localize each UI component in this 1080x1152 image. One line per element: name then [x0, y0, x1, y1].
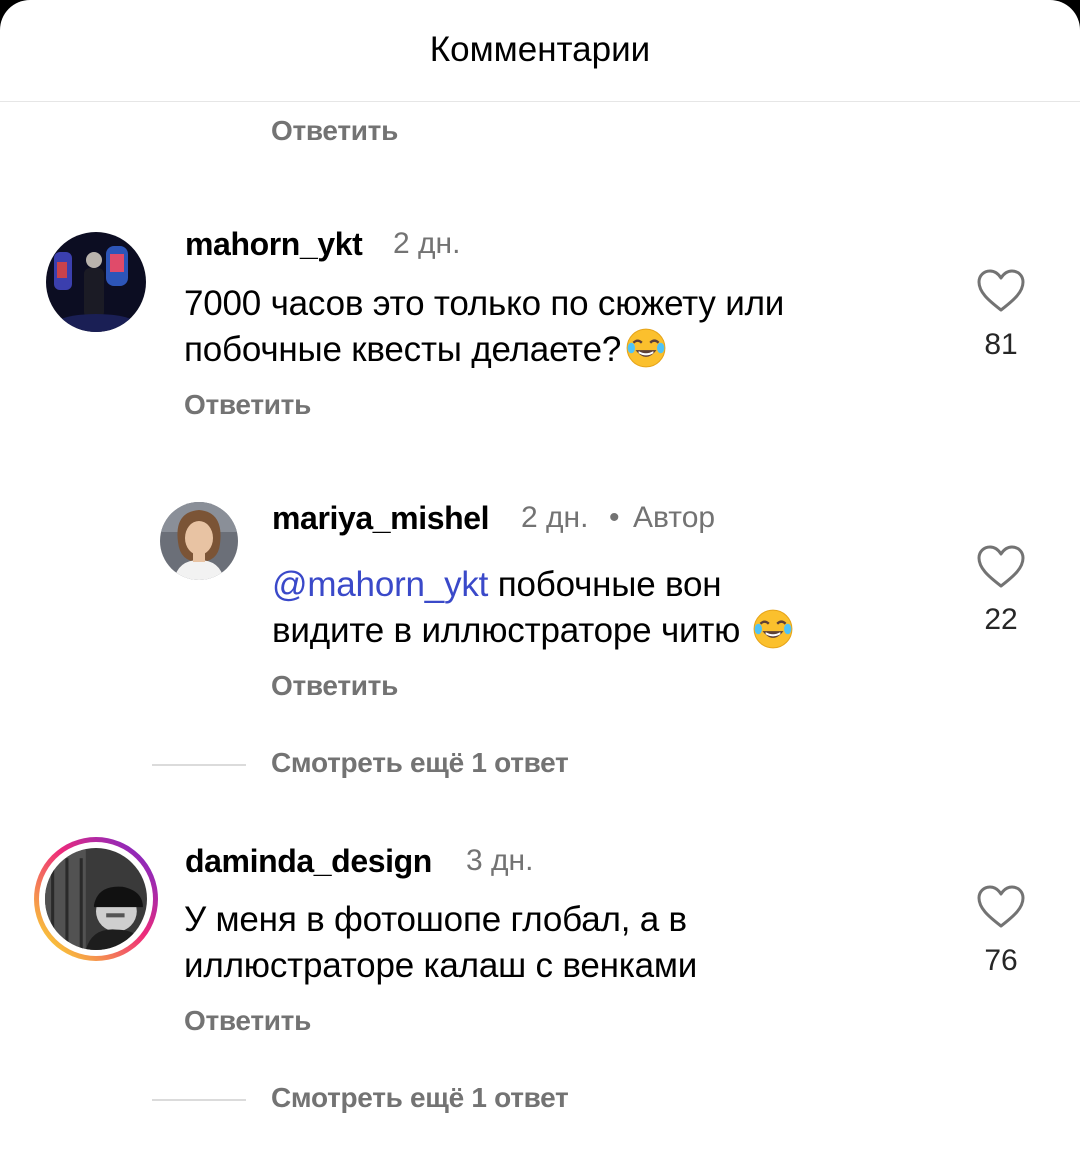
reply-button[interactable]: Ответить — [184, 389, 311, 421]
sheet-header: Комментарии — [0, 0, 1080, 102]
comment-text-line: 7000 часов это только по сюжету или — [184, 284, 785, 323]
view-replies-divider — [152, 1099, 246, 1101]
avatar — [39, 842, 153, 956]
face-with-tears-of-joy-icon — [625, 327, 667, 369]
page-title: Комментарии — [429, 30, 651, 69]
comment-text: У меня в фотошопе глобал, а в иллюстрато… — [184, 897, 944, 989]
comment-text-line-part: побочные вон — [488, 565, 722, 604]
heart-icon — [977, 545, 1025, 588]
comment-text-line-part: видите в иллюстраторе читю — [272, 611, 741, 650]
like-count: 76 — [984, 944, 1018, 977]
like-count: 22 — [984, 603, 1018, 636]
heart-icon — [977, 885, 1025, 928]
author-badge: Автор — [633, 501, 716, 534]
comment-text-line: иллюстраторе калаш с венками — [184, 946, 698, 985]
avatar-photo-icon — [45, 848, 147, 950]
avatar-image — [45, 848, 147, 950]
comment-time: 2 дн. — [521, 501, 589, 534]
face-with-tears-of-joy-icon — [752, 608, 794, 650]
comment-text: @mahorn_ykt побочные вон видите в иллюст… — [272, 562, 952, 654]
view-more-replies-button[interactable]: Смотреть ещё 1 ответ — [271, 1082, 569, 1114]
comment-username[interactable]: daminda_design — [185, 843, 432, 880]
comment-text: 7000 часов это только по сюжету или побо… — [184, 281, 944, 373]
comment-time: 2 дн. — [393, 227, 461, 260]
comment-text-line-part: побочные квесты делаете? — [184, 330, 622, 369]
view-more-replies-button[interactable]: Смотреть ещё 1 ответ — [271, 747, 569, 779]
heart-icon — [977, 269, 1025, 312]
comment-text-line: У меня в фотошопе глобал, а в — [184, 900, 687, 939]
like-button[interactable] — [976, 268, 1026, 314]
reply-button[interactable]: Ответить — [271, 115, 398, 147]
comments-sheet: Комментарии Ответить mahorn_ykt 2 дн. 70… — [0, 0, 1080, 1152]
avatar-photo-icon — [46, 232, 146, 332]
avatar-story-ring[interactable] — [34, 837, 158, 961]
comment-text-line: @mahorn_ykt побочные вон — [272, 562, 952, 608]
reply-button[interactable]: Ответить — [184, 1005, 311, 1037]
comment-time: 3 дн. — [466, 844, 534, 877]
comment-username[interactable]: mahorn_ykt — [185, 226, 363, 263]
comment-text-line: видите в иллюстраторе читю — [272, 608, 952, 654]
avatar[interactable] — [46, 232, 146, 332]
like-button[interactable] — [976, 544, 1026, 590]
reply-button[interactable]: Ответить — [271, 670, 398, 702]
like-button[interactable] — [976, 884, 1026, 930]
like-count: 81 — [984, 328, 1018, 361]
view-replies-divider — [152, 764, 246, 766]
avatar-photo-icon — [160, 502, 238, 580]
avatar[interactable] — [160, 502, 238, 580]
comment-text-line: побочные квесты делаете? — [184, 327, 944, 373]
comment-username[interactable]: mariya_mishel — [272, 500, 490, 537]
mention-link[interactable]: @mahorn_ykt — [272, 565, 488, 604]
meta-separator: • — [609, 501, 620, 534]
